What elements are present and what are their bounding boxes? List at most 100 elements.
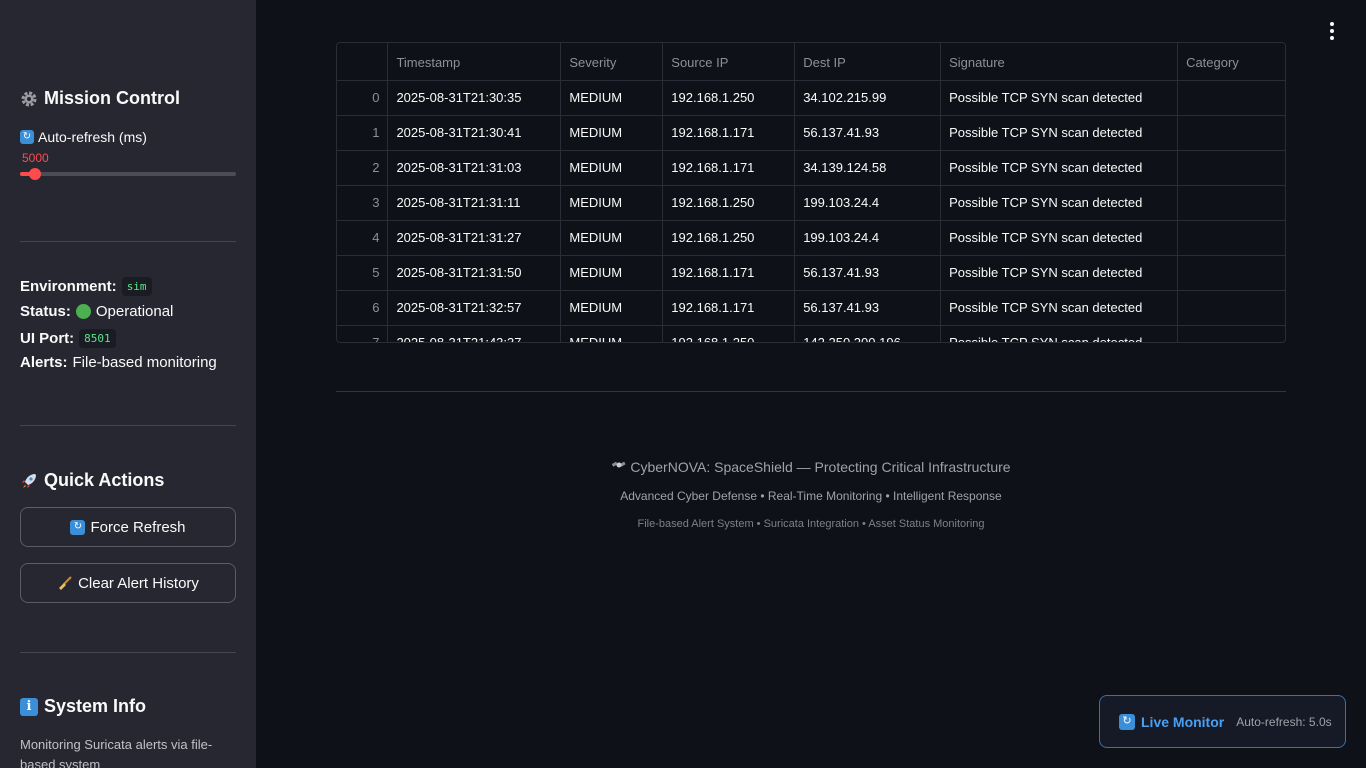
table-header-row: Timestamp Severity Source IP Dest IP Signatu… xyxy=(337,43,1285,81)
row-index[interactable]: 1 xyxy=(337,115,389,151)
sidebar: Mission Control ↻ Auto-refresh (ms) 5000… xyxy=(0,0,256,768)
table-cell[interactable] xyxy=(1177,255,1285,291)
row-index[interactable]: 5 xyxy=(337,255,389,291)
table-cell[interactable] xyxy=(1177,325,1285,342)
table-cell[interactable]: 192.168.1.171 xyxy=(662,115,796,151)
environment-value: sim xyxy=(121,277,152,296)
table-cell[interactable]: 192.168.1.171 xyxy=(662,290,796,326)
table-cell[interactable]: 199.103.24.4 xyxy=(794,220,942,256)
table-cell[interactable]: 2025-08-31T21:30:35 xyxy=(387,80,562,116)
table-cell[interactable] xyxy=(1177,115,1285,151)
table-cell[interactable] xyxy=(1177,80,1285,116)
table-cell[interactable]: 56.137.41.93 xyxy=(794,255,942,291)
column-header[interactable]: Source IP xyxy=(662,43,796,81)
main-menu-button[interactable] xyxy=(1324,22,1340,40)
table-row[interactable]: 0 2025-08-31T21:30:35 MEDIUM 192.168.1.250 3… xyxy=(337,80,1285,116)
table-cell[interactable]: Possible TCP SYN scan detected xyxy=(940,80,1179,116)
row-index[interactable]: 7 xyxy=(337,325,389,342)
table-cell[interactable]: 192.168.1.250 xyxy=(662,220,796,256)
table-cell[interactable]: Possible TCP SYN scan detected xyxy=(940,115,1179,151)
slider-value: 5000 xyxy=(22,151,49,165)
table-cell[interactable]: MEDIUM xyxy=(560,325,664,342)
alerts-row: Alerts: File-based monitoring xyxy=(20,354,236,371)
table-cell[interactable]: MEDIUM xyxy=(560,290,664,326)
info-icon: i xyxy=(20,697,38,716)
column-header[interactable]: Timestamp xyxy=(387,43,562,81)
row-index[interactable]: 6 xyxy=(337,290,389,326)
table-cell[interactable]: 2025-08-31T21:30:41 xyxy=(387,115,562,151)
quick-actions-title: Quick Actions xyxy=(44,470,165,490)
row-index[interactable]: 4 xyxy=(337,220,389,256)
environment-row: Environment: sim xyxy=(20,277,236,296)
table-cell[interactable]: 192.168.1.171 xyxy=(662,255,796,291)
sidebar-divider xyxy=(20,241,236,242)
footer-title-text: CyberNOVA: SpaceShield — Protecting Crit… xyxy=(630,458,1011,475)
table-cell[interactable]: 2025-08-31T21:31:27 xyxy=(387,220,562,256)
table-cell[interactable]: 56.137.41.93 xyxy=(794,115,942,151)
table-cell[interactable]: 2025-08-31T21:31:11 xyxy=(387,185,562,221)
table-cell[interactable]: 2025-08-31T21:32:57 xyxy=(387,290,562,326)
slider-thumb[interactable] xyxy=(29,168,42,180)
table-cell[interactable]: 2025-08-31T21:31:03 xyxy=(387,150,562,186)
column-header[interactable]: Signature xyxy=(940,43,1179,81)
column-header[interactable]: Severity xyxy=(560,43,664,81)
status-row: Status: Operational xyxy=(20,303,236,320)
table-cell[interactable]: Possible TCP SYN scan detected xyxy=(940,290,1179,326)
footer-tagline: Advanced Cyber Defense • Real-Time Monit… xyxy=(620,489,1002,503)
table-cell[interactable]: 56.137.41.93 xyxy=(794,290,942,326)
row-index[interactable]: 2 xyxy=(337,150,389,186)
row-index[interactable]: 0 xyxy=(337,80,389,116)
table-cell[interactable]: 2025-08-31T21:43:37 xyxy=(387,325,562,342)
table-row[interactable]: 1 2025-08-31T21:30:41 MEDIUM 192.168.1.171 5… xyxy=(337,115,1285,151)
table-cell[interactable]: Possible TCP SYN scan detected xyxy=(940,325,1179,342)
slider-label-text: Auto-refresh (ms) xyxy=(38,129,147,145)
sidebar-divider xyxy=(20,652,236,653)
force-refresh-label: Force Refresh xyxy=(90,518,186,536)
table-cell[interactable] xyxy=(1177,290,1285,326)
table-cell[interactable]: 192.168.1.250 xyxy=(662,80,796,116)
mission-control-heading: Mission Control xyxy=(20,88,236,109)
table-cell[interactable]: 34.139.124.58 xyxy=(794,150,942,186)
auto-refresh-slider[interactable] xyxy=(20,168,236,180)
table-cell[interactable]: 2025-08-31T21:31:50 xyxy=(387,255,562,291)
table-cell[interactable]: 192.168.1.171 xyxy=(662,150,796,186)
table-cell[interactable]: Possible TCP SYN scan detected xyxy=(940,255,1179,291)
table-cell[interactable]: 199.103.24.4 xyxy=(794,185,942,221)
table-cell[interactable]: MEDIUM xyxy=(560,185,664,221)
table-cell[interactable]: 192.168.1.250 xyxy=(662,185,796,221)
table-cell[interactable]: MEDIUM xyxy=(560,220,664,256)
table-cell[interactable] xyxy=(1177,185,1285,221)
refresh-icon: ↻ xyxy=(1119,713,1135,730)
column-header[interactable]: Dest IP xyxy=(794,43,942,81)
table-row[interactable]: 3 2025-08-31T21:31:11 MEDIUM 192.168.1.250 1… xyxy=(337,185,1285,221)
clear-history-label: Clear Alert History xyxy=(78,574,199,592)
status-ok-icon xyxy=(75,304,91,319)
table-cell[interactable] xyxy=(1177,150,1285,186)
clear-alert-history-button[interactable]: Clear Alert History xyxy=(20,563,236,603)
table-cell[interactable]: MEDIUM xyxy=(560,115,664,151)
footer-features: File-based Alert System • Suricata Integ… xyxy=(637,518,985,530)
table-cell[interactable]: MEDIUM xyxy=(560,80,664,116)
force-refresh-button[interactable]: ↻ Force Refresh xyxy=(20,507,236,547)
column-header[interactable]: Category xyxy=(1177,43,1285,81)
table-row[interactable]: 5 2025-08-31T21:31:50 MEDIUM 192.168.1.171 5… xyxy=(337,255,1285,291)
dot xyxy=(1330,36,1334,40)
table-cell[interactable]: Possible TCP SYN scan detected xyxy=(940,185,1179,221)
status-value: Operational xyxy=(95,303,174,320)
table-cell[interactable]: 192.168.1.250 xyxy=(662,325,796,342)
table-row[interactable]: 4 2025-08-31T21:31:27 MEDIUM 192.168.1.250 1… xyxy=(337,220,1285,256)
table-cell[interactable]: 34.102.215.99 xyxy=(794,80,942,116)
table-cell[interactable]: 142.250.200.196 xyxy=(794,325,942,342)
alerts-label: Alerts: xyxy=(20,354,68,371)
table-cell[interactable]: MEDIUM xyxy=(560,255,664,291)
column-header-index[interactable] xyxy=(337,43,389,81)
table-row[interactable]: 2 2025-08-31T21:31:03 MEDIUM 192.168.1.171 3… xyxy=(337,150,1285,186)
table-cell[interactable]: Possible TCP SYN scan detected xyxy=(940,150,1179,186)
row-index[interactable]: 3 xyxy=(337,185,389,221)
table-cell[interactable]: MEDIUM xyxy=(560,150,664,186)
table-row[interactable]: 7 2025-08-31T21:43:37 MEDIUM 192.168.1.250 1… xyxy=(337,325,1285,342)
table-cell[interactable] xyxy=(1177,220,1285,256)
alerts-table[interactable]: Timestamp Severity Source IP Dest IP Signatu… xyxy=(336,42,1286,343)
table-cell[interactable]: Possible TCP SYN scan detected xyxy=(940,220,1179,256)
table-row[interactable]: 6 2025-08-31T21:32:57 MEDIUM 192.168.1.171 5… xyxy=(337,290,1285,326)
